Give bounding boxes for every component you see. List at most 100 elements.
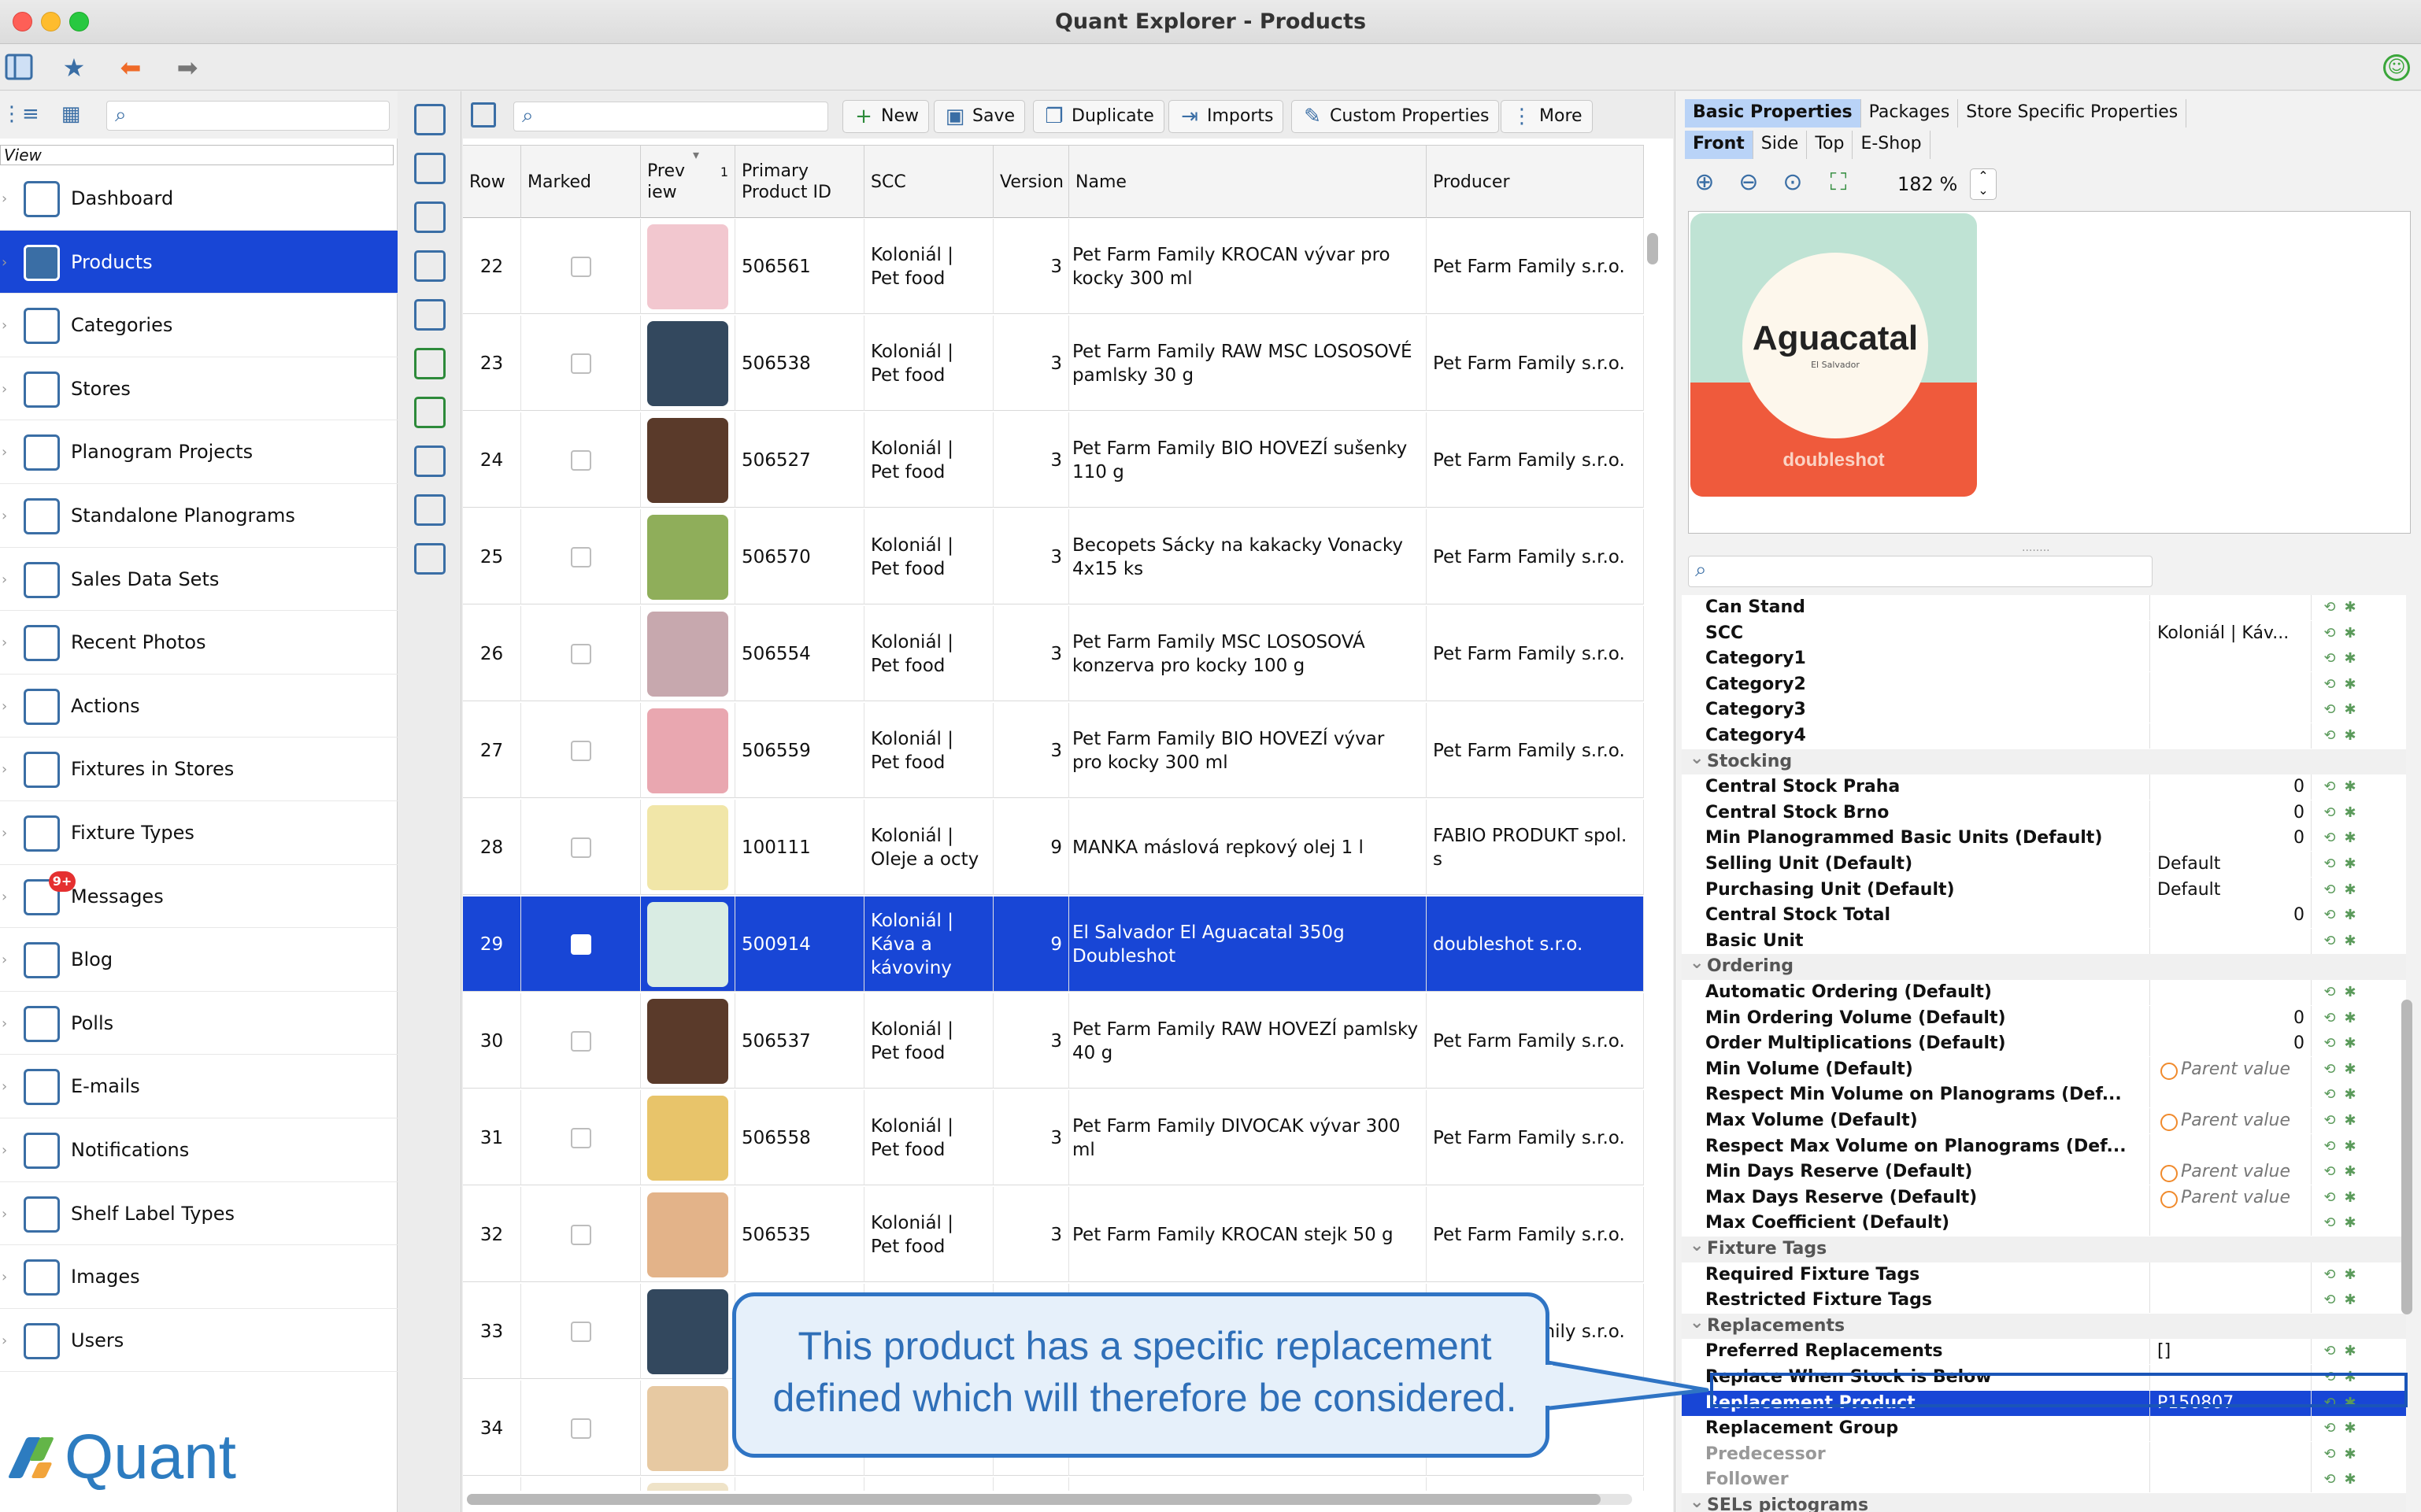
property-row[interactable]: Selling Unit (Default) Default ⟲ ✱ [1682, 852, 2406, 878]
pin-icon[interactable]: ✱ [2340, 1211, 2360, 1236]
reset-icon[interactable]: ⟲ [2319, 1185, 2340, 1211]
pin-icon[interactable]: ✱ [2340, 852, 2360, 877]
sidebar-item-standalone-planograms[interactable]: › Standalone Planograms [0, 484, 398, 548]
property-value[interactable]: Parent value [2154, 1185, 2312, 1211]
property-value[interactable] [2154, 1416, 2312, 1442]
table-row[interactable]: 29 500914 Koloniál | Káva a kávoviny 9 El Sa… [463, 896, 1644, 992]
sidebar-search-input[interactable]: ⌕ [106, 101, 390, 131]
pin-icon[interactable]: ✱ [2340, 621, 2360, 646]
chevron-right-icon[interactable]: › [2, 1078, 7, 1095]
marked-checkbox[interactable] [570, 1127, 591, 1148]
marked-checkbox[interactable] [570, 1030, 591, 1052]
sidebar-toggle-icon[interactable] [3, 53, 35, 83]
table-row[interactable]: 24 506527 Koloniál | Pet food 3 Pet Farm Fam… [463, 412, 1644, 508]
tab-front[interactable]: Front [1685, 131, 1753, 159]
reset-icon[interactable]: ⟲ [2319, 800, 2340, 826]
pin-icon[interactable]: ✱ [2340, 1057, 2360, 1082]
property-row[interactable]: Min Volume (Default) Parent value ⟲ ✱ [1682, 1056, 2406, 1083]
chevron-right-icon[interactable]: › [2, 825, 7, 841]
property-row[interactable]: Central Stock Praha 0 ⟲ ✱ [1682, 774, 2406, 800]
pin-icon[interactable]: ✱ [2340, 1339, 2360, 1364]
reset-icon[interactable]: ⟲ [2319, 646, 2340, 671]
table-row[interactable]: 30 506537 Koloniál | Pet food 3 Pet Farm Fam… [463, 993, 1644, 1089]
reset-icon[interactable]: ⟲ [2319, 826, 2340, 851]
reset-icon[interactable]: ⟲ [2319, 903, 2340, 928]
zoom-spinner[interactable]: ⌃ ⌄ [1970, 168, 1997, 200]
table-horizontal-scrollbar[interactable] [467, 1494, 1632, 1505]
property-row[interactable]: Predecessor ⟲ ✱ [1682, 1441, 2406, 1468]
property-row[interactable]: Automatic Ordering (Default) ⟲ ✱ [1682, 980, 2406, 1006]
property-row[interactable]: Preferred Replacements[] ⟲ ✱ [1682, 1339, 2406, 1365]
chevron-right-icon[interactable]: › [2, 1333, 7, 1349]
new-button[interactable]: + New [842, 100, 929, 133]
table-view-icon[interactable]: ▦ [55, 99, 87, 129]
column-header-scc[interactable]: SCC [864, 146, 994, 218]
property-row[interactable]: SCC Koloniál | Káv... ⟲ ✱ [1682, 620, 2406, 647]
property-group[interactable]: Fixture Tags [1682, 1237, 2406, 1262]
property-row[interactable]: Max Coefficient (Default) ⟲ ✱ [1682, 1211, 2406, 1237]
imports-button[interactable]: ⇥ Imports [1168, 100, 1284, 133]
chart-icon[interactable] [414, 543, 446, 575]
table-vertical-scrollbar[interactable] [1645, 217, 1661, 1477]
save-button[interactable]: ▣ Save [934, 100, 1026, 133]
reset-icon[interactable]: ⟲ [2319, 774, 2340, 800]
excel-export-icon[interactable] [414, 348, 446, 379]
table-row[interactable]: 35 N0502019Čerstvé |7Vejce z volného chov… [463, 1477, 1644, 1491]
pin-icon[interactable]: ✱ [2340, 1082, 2360, 1107]
sidebar-item-e-mails[interactable]: › E-mails [0, 1055, 398, 1118]
property-value[interactable] [2154, 646, 2312, 672]
reset-icon[interactable]: ⟲ [2319, 1442, 2340, 1467]
marked-checkbox[interactable] [570, 1418, 591, 1439]
table-row[interactable]: 25 506570 Koloniál | Pet food 3 Becopets Sác… [463, 509, 1644, 604]
pin-icon[interactable]: ✱ [2340, 980, 2360, 1005]
property-row[interactable]: Category3 ⟲ ✱ [1682, 697, 2406, 723]
property-value[interactable]: Parent value [2154, 1108, 2312, 1133]
property-group[interactable]: Replacements [1682, 1313, 2406, 1340]
reset-icon[interactable]: ⟲ [2319, 878, 2340, 903]
property-row[interactable]: Basic Unit ⟲ ✱ [1682, 928, 2406, 955]
property-row[interactable]: Min Ordering Volume (Default) 0 ⟲ ✱ [1682, 1005, 2406, 1032]
sidebar-item-notifications[interactable]: › Notifications [0, 1118, 398, 1182]
marked-checkbox[interactable] [570, 643, 591, 664]
chevron-right-icon[interactable]: › [2, 1206, 7, 1222]
check-list-icon[interactable] [414, 104, 446, 135]
property-value[interactable] [2154, 1211, 2312, 1237]
reset-icon[interactable]: ⟲ [2319, 1057, 2340, 1082]
column-header-preview[interactable]: Prev iew 1 ▾ [641, 146, 735, 218]
column-header-primary-product-id[interactable]: Primary Product ID [735, 146, 864, 218]
reset-icon[interactable]: ⟲ [2319, 672, 2340, 697]
table-row[interactable]: 32 506535 Koloniál | Pet food 3 Pet Farm Fam… [463, 1187, 1644, 1282]
zoom-reset-icon[interactable]: ⊙ [1778, 168, 1808, 198]
csv-icon[interactable] [414, 445, 446, 477]
property-value[interactable]: 0 [2154, 774, 2312, 800]
property-group[interactable]: SELs pictograms [1682, 1493, 2406, 1512]
reset-icon[interactable]: ⟲ [2319, 929, 2340, 954]
marked-checkbox[interactable] [570, 256, 591, 277]
chevron-right-icon[interactable]: › [2, 761, 7, 778]
zoom-in-icon[interactable]: ⊕ [1690, 168, 1720, 198]
column-header-version[interactable]: Version [994, 146, 1069, 218]
chevron-right-icon[interactable]: › [2, 444, 7, 460]
pin-icon[interactable]: ✱ [2340, 826, 2360, 851]
property-row[interactable]: Max Volume (Default) Parent value ⟲ ✱ [1682, 1108, 2406, 1134]
reset-icon[interactable]: ⟲ [2319, 1467, 2340, 1492]
reset-icon[interactable]: ⟲ [2319, 1082, 2340, 1107]
marked-checkbox[interactable] [570, 353, 591, 374]
chevron-right-icon[interactable]: › [2, 634, 7, 651]
sidebar-item-planogram-projects[interactable]: › Planogram Projects [0, 420, 398, 484]
history-icon[interactable] [414, 201, 446, 233]
property-value[interactable] [2154, 1288, 2312, 1314]
table-row[interactable]: 28 100111 Koloniál | Oleje a octy 9 MANKA má… [463, 800, 1644, 895]
table-row[interactable]: 26 506554 Koloniál | Pet food 3 Pet Farm Fam… [463, 606, 1644, 701]
property-row[interactable]: Replacement Group ⟲ ✱ [1682, 1416, 2406, 1442]
property-value[interactable] [2154, 671, 2312, 697]
property-row[interactable]: Can Stand✓ ⟲✱ [1682, 595, 2406, 621]
pin-icon[interactable]: ✱ [2340, 878, 2360, 903]
marked-checkbox[interactable] [570, 933, 591, 955]
property-row[interactable]: Category1 ⟲ ✱ [1682, 646, 2406, 672]
table-row[interactable]: 27 506559 Koloniál | Pet food 3 Pet Farm Fam… [463, 703, 1644, 798]
scrollbar-thumb[interactable] [467, 1494, 1601, 1505]
property-list-scrollbar[interactable] [2401, 1000, 2412, 1314]
property-value[interactable]: 0 [2154, 1005, 2312, 1031]
property-row[interactable]: Max Days Reserve (Default) Parent value ⟲ ✱ [1682, 1185, 2406, 1211]
